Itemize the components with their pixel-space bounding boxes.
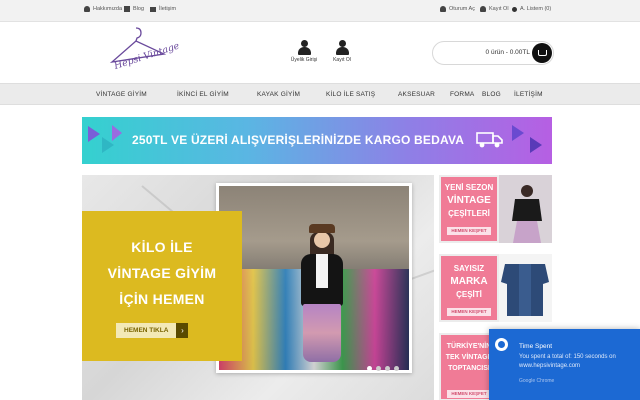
banner-text: 250TL VE ÜZERİ ALIŞVERİŞLERİNİZDE KARGO … — [132, 133, 465, 147]
member-login-label: Üyelik Girişi — [290, 57, 318, 63]
top-bar: Hakkımızda Blog İletişim Oturum Aç Kayıt… — [0, 0, 640, 22]
hero-line-3: İÇİN HEMEN — [119, 291, 205, 307]
promo-2-line-1: SAYISIZ — [453, 264, 485, 273]
wishlist-link[interactable]: A. Listem (0) — [512, 6, 551, 12]
member-login-button[interactable]: Üyelik Girişi — [286, 40, 322, 63]
notification-title: Time Spent — [519, 343, 552, 350]
slider-dots — [367, 366, 399, 371]
person-icon — [84, 6, 90, 12]
nav-item-kayak-giyim[interactable]: KAYAK GİYİM — [257, 91, 300, 98]
register-label: Kayıt Ol — [333, 57, 351, 63]
main-nav: VİNTAGE GİYİM İKİNCİ EL GİYİM KAYAK GİYİ… — [0, 83, 640, 105]
hero-promo-card: KİLO İLE VİNTAGE GİYİM İÇİN HEMEN HEMEN … — [82, 211, 242, 361]
promo-2-image — [499, 254, 552, 322]
triangle-decoration — [512, 125, 524, 141]
triangle-decoration — [112, 125, 122, 141]
contact-link-label: İletişim — [159, 6, 177, 12]
slider-dot[interactable] — [367, 366, 372, 371]
promo-1-line-1: YENİ SEZON — [444, 183, 494, 192]
hero-photo — [216, 183, 412, 373]
chrome-notification[interactable]: Time Spent You spent a total of: 150 sec… — [489, 329, 640, 400]
about-link-label: Hakkımızda — [93, 6, 123, 12]
nav-item-aksesuar[interactable]: AKSESUAR — [398, 91, 435, 98]
cart-summary: 0 ürün - 0.00TL — [485, 49, 530, 56]
site-header: Hepsi Vintage Üyelik Girişi Kayıt Ol 0 ü… — [0, 22, 640, 82]
slider-dot[interactable] — [376, 366, 381, 371]
promo-2-line-3: ÇEŞİTİ — [456, 290, 482, 299]
user-icon — [298, 40, 311, 55]
promo-1-line-2: VİNTAGE — [447, 195, 491, 206]
page: Hakkımızda Blog İletişim Oturum Aç Kayıt… — [0, 0, 640, 400]
login-link-label: Oturum Aç — [449, 6, 475, 12]
nav-item-ikinci-el-giyim[interactable]: İKİNCİ EL GİYİM — [177, 91, 229, 98]
promo-3-button[interactable]: HEMEN KEŞFET — [447, 390, 491, 398]
register-button[interactable]: Kayıt Ol — [324, 40, 360, 63]
nav-item-kilo-ile-satis[interactable]: KİLO İLE SATIŞ — [326, 91, 375, 98]
pencil-icon — [124, 6, 130, 12]
basket-icon — [537, 50, 547, 56]
login-link[interactable]: Oturum Aç — [440, 6, 475, 12]
site-logo[interactable]: Hepsi Vintage — [106, 24, 181, 80]
about-link[interactable]: Hakkımızda — [84, 6, 122, 12]
truck-icon — [476, 132, 503, 148]
triangle-decoration — [530, 137, 542, 153]
slider-dot[interactable] — [394, 366, 399, 371]
register-link[interactable]: Kayıt Ol — [480, 6, 509, 12]
blog-link-label: Blog — [133, 6, 145, 12]
slider-dot[interactable] — [385, 366, 390, 371]
heart-icon — [512, 6, 517, 12]
chevron-right-icon: › — [176, 323, 189, 338]
book-icon — [150, 6, 156, 12]
cart-button[interactable] — [532, 43, 552, 63]
hero-cta-label: HEMEN TIKLA — [116, 323, 177, 338]
triangle-decoration — [88, 126, 100, 142]
free-shipping-banner[interactable]: 250TL VE ÜZERİ ALIŞVERİŞLERİNİZDE KARGO … — [82, 117, 552, 164]
hero-slider[interactable]: KİLO İLE VİNTAGE GİYİM İÇİN HEMEN HEMEN … — [82, 175, 434, 400]
register-link-label: Kayıt Ol — [489, 6, 509, 12]
contact-link[interactable]: İletişim — [150, 6, 176, 12]
hero-line-1: KİLO İLE — [131, 239, 193, 255]
hero-cta-button[interactable]: HEMEN TIKLA › — [116, 323, 189, 338]
promo-1-image — [499, 175, 552, 243]
promo-1-line-3: ÇEŞİTLERİ — [448, 209, 490, 218]
promo-1-button[interactable]: HEMEN KEŞFET — [447, 227, 491, 235]
nav-item-forma[interactable]: FORMA — [450, 91, 474, 98]
clock-icon — [495, 338, 508, 351]
cart-widget[interactable]: 0 ürün - 0.00TL — [432, 41, 554, 65]
nav-item-iletisim[interactable]: İLETİŞİM — [514, 91, 543, 98]
blog-link[interactable]: Blog — [124, 6, 144, 12]
user-plus-icon — [336, 40, 349, 55]
nav-item-blog[interactable]: BLOG — [482, 91, 501, 98]
notification-source: Google Chrome — [519, 378, 555, 384]
nav-item-vintage-giyim[interactable]: VİNTAGE GİYİM — [96, 91, 147, 98]
person-plus-icon — [480, 6, 486, 12]
model-figure — [299, 224, 345, 364]
notification-body: You spent a total of: 150 seconds on www… — [519, 354, 616, 369]
promo-2-button[interactable]: HEMEN KEŞFET — [447, 308, 491, 316]
promo-2-line-2: MARKA — [450, 276, 488, 287]
hero-line-2: VİNTAGE GİYİM — [107, 265, 217, 281]
wishlist-link-label: A. Listem (0) — [520, 6, 552, 12]
promo-new-season[interactable]: YENİ SEZON VİNTAGE ÇEŞİTLERİ HEMEN KEŞFE… — [439, 175, 552, 243]
person-icon — [440, 6, 446, 12]
promo-brands[interactable]: SAYISIZ MARKA ÇEŞİTİ HEMEN KEŞFET — [439, 254, 552, 322]
